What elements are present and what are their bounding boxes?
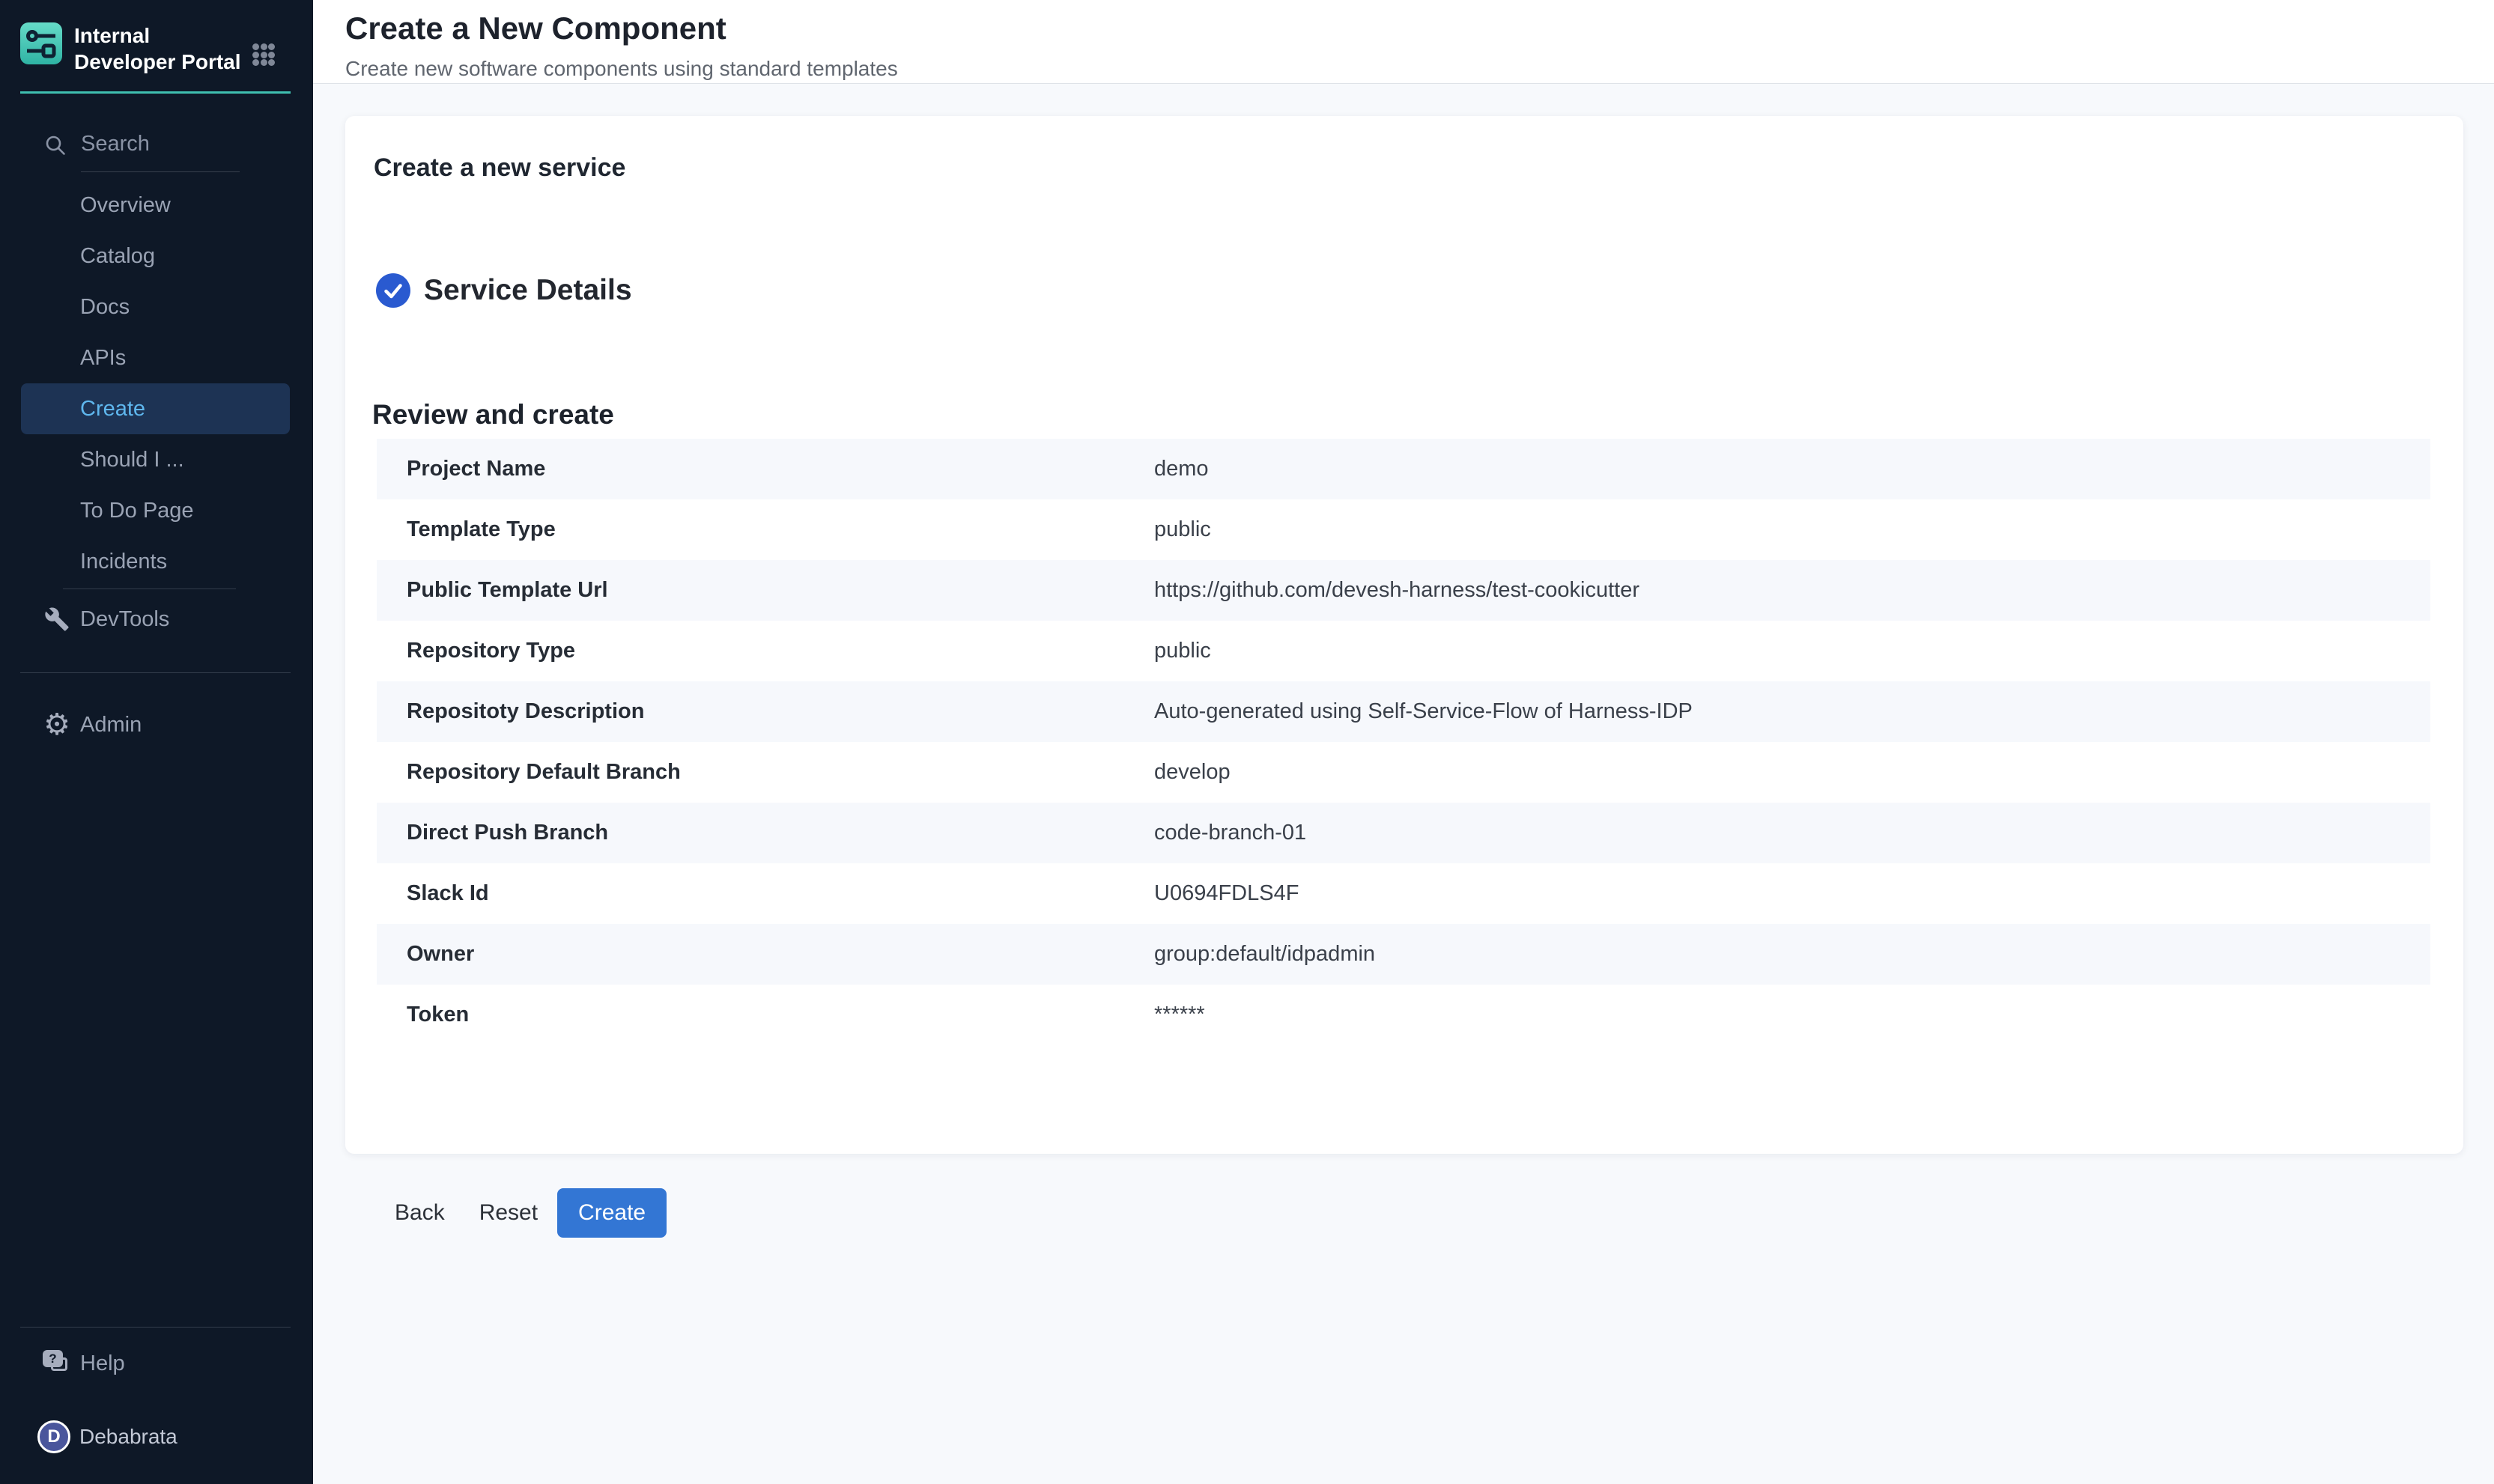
back-button[interactable]: Back — [395, 1200, 445, 1226]
table-row: Repository Default Branch develop — [377, 742, 2430, 803]
review-row-label: Repository Default Branch — [377, 760, 1154, 785]
step-service-details[interactable]: Service Details — [376, 273, 632, 308]
table-row: Repository Type public — [377, 621, 2430, 681]
review-row-value: demo — [1154, 457, 2430, 481]
review-row-value: ****** — [1154, 1003, 2430, 1027]
review-row-label: Direct Push Branch — [377, 821, 1154, 845]
search-input[interactable] — [81, 132, 240, 156]
review-row-value: public — [1154, 517, 2430, 542]
sidebar-divider — [20, 1327, 291, 1328]
wrench-icon — [43, 606, 71, 632]
review-row-label: Owner — [377, 942, 1154, 967]
sidebar-item-devtools[interactable]: DevTools — [0, 596, 313, 642]
card-title: Create a new service — [374, 153, 625, 183]
logo-row[interactable]: Internal Developer Portal — [20, 22, 248, 75]
help-chat-icon: ? — [43, 1350, 71, 1377]
sidebar-item-create[interactable]: Create — [21, 383, 290, 434]
avatar: D — [37, 1420, 70, 1453]
form-actions: Back Reset Create — [395, 1188, 667, 1238]
review-row-label: Repositoty Description — [377, 699, 1154, 724]
sidebar-menu: Overview Catalog Docs APIs Create Should… — [0, 180, 313, 587]
admin-label: Admin — [80, 713, 142, 738]
review-row-label: Project Name — [377, 457, 1154, 481]
page-subtitle: Create new software components using sta… — [345, 57, 898, 81]
user-menu[interactable]: D Debabrata — [37, 1420, 178, 1453]
table-row: Slack Id U0694FDLS4F — [377, 863, 2430, 924]
create-button[interactable]: Create — [557, 1188, 667, 1238]
sidebar-item-catalog[interactable]: Catalog — [21, 231, 290, 282]
review-section-title: Review and create — [372, 399, 614, 431]
sidebar-item-help[interactable]: ? Help — [0, 1340, 313, 1387]
sidebar-accent-divider — [20, 91, 291, 94]
review-row-label: Repository Type — [377, 639, 1154, 663]
review-row-value: public — [1154, 639, 2430, 663]
devtools-label: DevTools — [80, 607, 169, 632]
sidebar-search — [45, 132, 240, 172]
content-area: Create a new service Service Details Rev… — [313, 84, 2494, 1484]
table-row: Token ****** — [377, 985, 2430, 1045]
table-row: Repositoty Description Auto-generated us… — [377, 681, 2430, 742]
app-root: Internal Developer Portal Overview Catal… — [0, 0, 2494, 1484]
sidebar-item-to-do-page[interactable]: To Do Page — [21, 485, 290, 536]
review-row-value: Auto-generated using Self-Service-Flow o… — [1154, 699, 2430, 724]
step-label: Service Details — [424, 274, 632, 307]
flow-logo-icon — [20, 22, 62, 64]
review-row-label: Slack Id — [377, 881, 1154, 906]
search-icon — [45, 135, 66, 156]
review-row-value: U0694FDLS4F — [1154, 881, 2430, 906]
app-title: Internal Developer Portal — [74, 22, 248, 75]
table-row: Project Name demo — [377, 439, 2430, 499]
page-title: Create a New Component — [345, 10, 726, 46]
sidebar-item-incidents[interactable]: Incidents — [21, 536, 290, 587]
review-row-value: group:default/idpadmin — [1154, 942, 2430, 967]
reset-button[interactable]: Reset — [479, 1200, 538, 1226]
review-row-label: Template Type — [377, 517, 1154, 542]
page-header: Create a New Component Create new softwa… — [313, 0, 2494, 84]
review-row-value: develop — [1154, 760, 2430, 785]
review-row-value: code-branch-01 — [1154, 821, 2430, 845]
sidebar: Internal Developer Portal Overview Catal… — [0, 0, 313, 1484]
help-label: Help — [80, 1351, 125, 1376]
gear-icon: ⚙ — [43, 710, 71, 740]
table-row: Direct Push Branch code-branch-01 — [377, 803, 2430, 863]
main-area: Create a New Component Create new softwa… — [313, 0, 2494, 1484]
table-row: Owner group:default/idpadmin — [377, 924, 2430, 985]
user-name: Debabrata — [79, 1425, 178, 1449]
sidebar-divider — [20, 672, 291, 673]
review-row-label: Token — [377, 1003, 1154, 1027]
review-row-value: https://github.com/devesh-harness/test-c… — [1154, 578, 2430, 603]
check-icon — [376, 273, 410, 308]
sidebar-item-should-i[interactable]: Should I ... — [21, 434, 290, 485]
create-service-card: Create a new service Service Details Rev… — [345, 116, 2463, 1154]
sidebar-item-admin[interactable]: ⚙ Admin — [0, 702, 313, 748]
review-row-label: Public Template Url — [377, 578, 1154, 603]
review-table: Project Name demo Template Type public P… — [377, 439, 2430, 1045]
sidebar-item-overview[interactable]: Overview — [21, 180, 290, 231]
table-row: Template Type public — [377, 499, 2430, 560]
sidebar-item-docs[interactable]: Docs — [21, 282, 290, 332]
table-row: Public Template Url https://github.com/d… — [377, 560, 2430, 621]
sidebar-item-apis[interactable]: APIs — [21, 332, 290, 383]
apps-grid-icon[interactable] — [252, 43, 276, 67]
